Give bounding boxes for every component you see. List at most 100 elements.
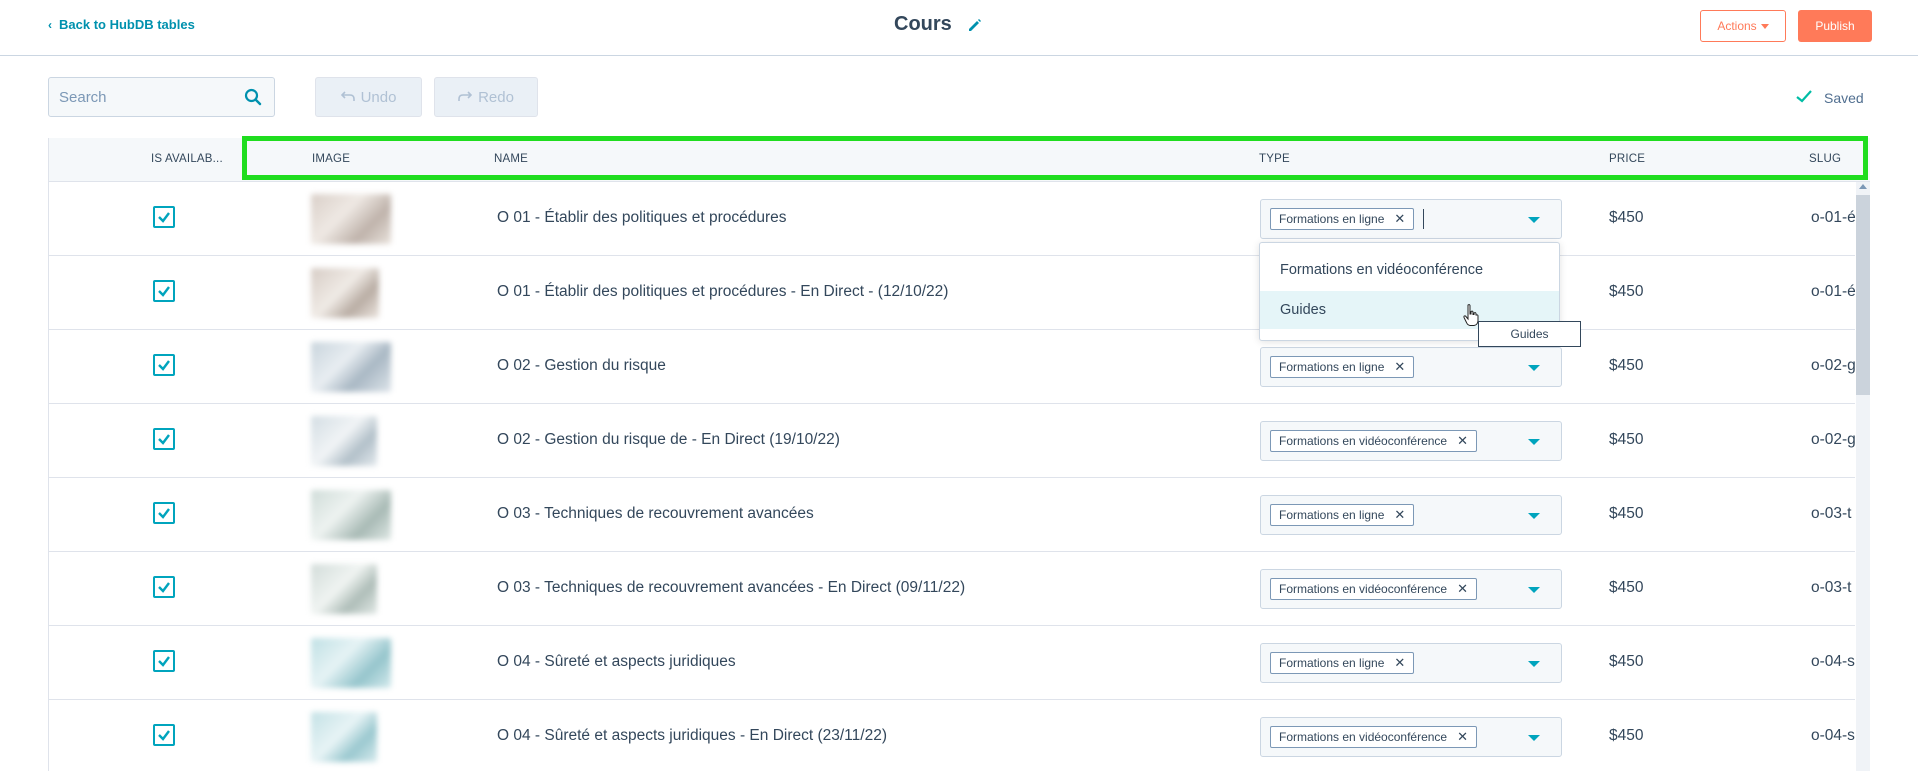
type-select[interactable]: Formations en vidéoconférence ✕ — [1260, 717, 1562, 757]
row-name[interactable]: O 04 - Sûreté et aspects juridiques - En… — [497, 727, 887, 745]
redo-icon — [458, 89, 473, 106]
row-slug[interactable]: o-04-s — [1811, 727, 1855, 745]
type-select[interactable]: Formations en vidéoconférence ✕ — [1260, 421, 1562, 461]
row-price[interactable]: $450 — [1609, 579, 1643, 597]
checkbox-checked-icon[interactable] — [153, 354, 175, 376]
column-header-type[interactable]: TYPE — [1259, 153, 1290, 165]
actions-button[interactable]: Actions — [1700, 10, 1786, 42]
checkbox-checked-icon[interactable] — [153, 650, 175, 672]
close-icon[interactable]: ✕ — [1394, 211, 1405, 227]
type-select[interactable]: Formations en vidéoconférence ✕ — [1260, 569, 1562, 609]
saved-label: Saved — [1824, 90, 1864, 106]
row-name[interactable]: O 02 - Gestion du risque de - En Direct … — [497, 431, 840, 449]
row-slug[interactable]: o-02-g — [1811, 357, 1856, 375]
type-tag-label: Formations en vidéoconférence — [1279, 582, 1448, 596]
caret-down-icon[interactable] — [1528, 439, 1540, 445]
row-price[interactable]: $450 — [1609, 283, 1643, 301]
row-slug[interactable]: o-01-é — [1811, 283, 1856, 301]
row-slug[interactable]: o-04-s — [1811, 653, 1855, 671]
row-name[interactable]: O 03 - Techniques de recouvrement avancé… — [497, 579, 965, 597]
back-to-tables-link[interactable]: ‹ Back to HubDB tables — [48, 17, 195, 32]
row-image[interactable] — [311, 638, 391, 688]
scrollbar-thumb[interactable] — [1856, 195, 1870, 395]
row-price[interactable]: $450 — [1609, 505, 1643, 523]
dropdown-option[interactable]: Formations en vidéoconférence — [1260, 251, 1559, 289]
type-tag: Formations en ligne ✕ — [1270, 356, 1415, 378]
type-select[interactable]: Formations en ligne ✕ — [1260, 495, 1562, 535]
publish-button[interactable]: Publish — [1798, 10, 1872, 42]
type-tag: Formations en ligne ✕ — [1270, 504, 1415, 526]
close-icon[interactable]: ✕ — [1457, 729, 1468, 745]
row-name[interactable]: O 03 - Techniques de recouvrement avancé… — [497, 505, 814, 523]
type-tag: Formations en vidéoconférence ✕ — [1270, 430, 1477, 452]
row-image[interactable] — [311, 712, 377, 762]
row-name[interactable]: O 04 - Sûreté et aspects juridiques — [497, 653, 736, 671]
row-slug[interactable]: o-01-é — [1811, 209, 1856, 227]
close-icon[interactable]: ✕ — [1394, 507, 1405, 523]
close-icon[interactable]: ✕ — [1457, 433, 1468, 449]
row-image[interactable] — [311, 416, 377, 466]
table-row[interactable]: O 03 - Techniques de recouvrement avancé… — [49, 478, 1855, 552]
type-select[interactable]: Formations en ligne ✕ — [1260, 643, 1562, 683]
page-title: Cours — [894, 13, 952, 35]
column-header-name[interactable]: NAME — [494, 153, 528, 165]
table-row[interactable]: O 02 - Gestion du risque de - En Direct … — [49, 404, 1856, 478]
checkbox-checked-icon[interactable] — [153, 576, 175, 598]
checkbox-checked-icon[interactable] — [153, 724, 175, 746]
type-select[interactable]: Formations en ligne ✕ — [1260, 347, 1562, 387]
checkbox-checked-icon[interactable] — [153, 502, 175, 524]
table-row[interactable]: O 01 - Établir des politiques et procédu… — [49, 182, 1856, 256]
column-header-image[interactable]: IMAGE — [312, 153, 350, 165]
row-price[interactable]: $450 — [1609, 431, 1643, 449]
row-price[interactable]: $450 — [1609, 653, 1643, 671]
checkbox-checked-icon[interactable] — [153, 206, 175, 228]
close-icon[interactable]: ✕ — [1394, 359, 1405, 375]
caret-down-icon — [1760, 24, 1769, 29]
column-header-is-available[interactable]: IS AVAILAB... — [151, 153, 223, 165]
caret-down-icon[interactable] — [1528, 217, 1540, 223]
table-row[interactable]: O 04 - Sûreté et aspects juridiques - En… — [49, 700, 1855, 771]
search-input[interactable] — [49, 78, 229, 116]
checkbox-checked-icon[interactable] — [153, 428, 175, 450]
row-price[interactable]: $450 — [1609, 357, 1643, 375]
table-row[interactable]: O 03 - Techniques de recouvrement avancé… — [49, 552, 1855, 626]
caret-down-icon[interactable] — [1528, 661, 1540, 667]
top-bar: ‹ Back to HubDB tables Cours Actions Pub… — [0, 0, 1918, 56]
type-tag: Formations en ligne ✕ — [1270, 652, 1415, 674]
column-header-slug[interactable]: SLUG — [1809, 153, 1841, 165]
close-icon[interactable]: ✕ — [1457, 581, 1468, 597]
caret-down-icon[interactable] — [1528, 513, 1540, 519]
pencil-icon[interactable] — [966, 16, 984, 34]
table-row[interactable]: O 01 - Établir des politiques et procédu… — [49, 256, 1856, 330]
table-row[interactable]: O 04 - Sûreté et aspects juridiques Form… — [49, 626, 1855, 700]
redo-button[interactable]: Redo — [434, 77, 538, 117]
caret-down-icon[interactable] — [1528, 587, 1540, 593]
undo-button[interactable]: Undo — [315, 77, 422, 117]
type-tag: Formations en ligne ✕ — [1270, 208, 1415, 230]
row-image[interactable] — [311, 564, 377, 614]
row-name[interactable]: O 01 - Établir des politiques et procédu… — [497, 209, 787, 227]
caret-down-icon[interactable] — [1528, 365, 1540, 371]
search-icon[interactable] — [244, 88, 262, 106]
row-slug[interactable]: o-02-g — [1811, 431, 1856, 449]
row-name[interactable]: O 01 - Établir des politiques et procédu… — [497, 283, 948, 301]
table-row[interactable]: O 02 - Gestion du risque Formations en l… — [49, 330, 1856, 404]
row-slug[interactable]: o-03-t — [1811, 505, 1852, 523]
undo-label: Undo — [360, 88, 397, 106]
checkbox-checked-icon[interactable] — [153, 280, 175, 302]
row-image[interactable] — [311, 268, 379, 318]
option-tooltip: Guides — [1478, 321, 1581, 347]
type-select[interactable]: Formations en ligne ✕ — [1260, 199, 1562, 239]
row-image[interactable] — [311, 490, 391, 540]
row-price[interactable]: $450 — [1609, 209, 1643, 227]
type-tag-label: Formations en ligne — [1279, 508, 1385, 522]
row-image[interactable] — [311, 194, 391, 244]
scroll-up-icon[interactable] — [1859, 184, 1867, 189]
row-slug[interactable]: o-03-t — [1811, 579, 1852, 597]
row-price[interactable]: $450 — [1609, 727, 1643, 745]
close-icon[interactable]: ✕ — [1394, 655, 1405, 671]
column-header-price[interactable]: PRICE — [1609, 153, 1645, 165]
row-image[interactable] — [311, 342, 391, 392]
row-name[interactable]: O 02 - Gestion du risque — [497, 357, 666, 375]
caret-down-icon[interactable] — [1528, 735, 1540, 741]
